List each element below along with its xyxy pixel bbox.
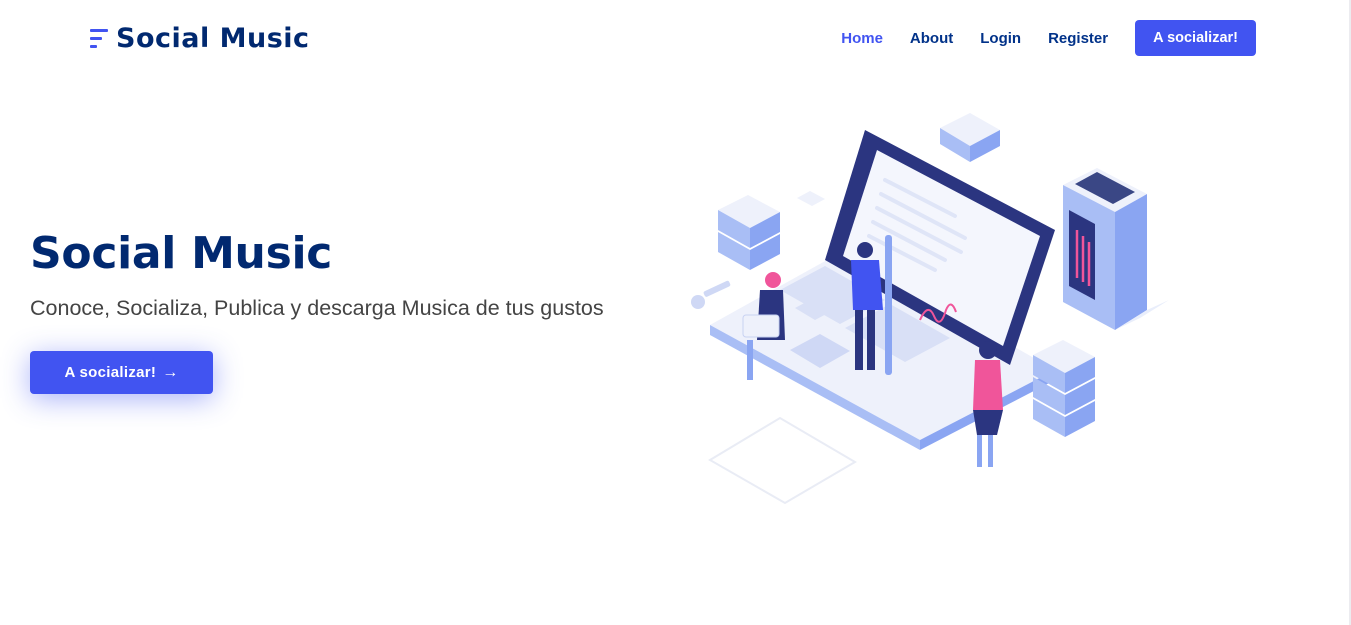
arrow-right-icon: → [162,363,179,381]
main-nav: Home About Login Register A socializar! [814,20,1256,56]
hero-subtitle: Conoce, Socializa, Publica y descarga Mu… [30,296,604,320]
nav-about[interactable]: About [910,30,953,47]
brand-logo[interactable]: Social Music [90,22,310,54]
nav-register[interactable]: Register [1048,30,1108,47]
hero-cta-label: A socializar! [64,364,157,381]
menu-lines-icon [90,26,110,50]
hero-title: Social Music [30,228,333,279]
header-cta-button[interactable]: A socializar! [1135,20,1256,56]
nav-login[interactable]: Login [980,30,1021,47]
site-header: Social Music Home About Login Register A… [0,0,1349,76]
hero-illustration [691,113,1169,505]
hero-cta-button[interactable]: A socializar! → [30,351,213,394]
brand-name: Social Music [116,22,310,54]
nav-home[interactable]: Home [841,30,883,47]
